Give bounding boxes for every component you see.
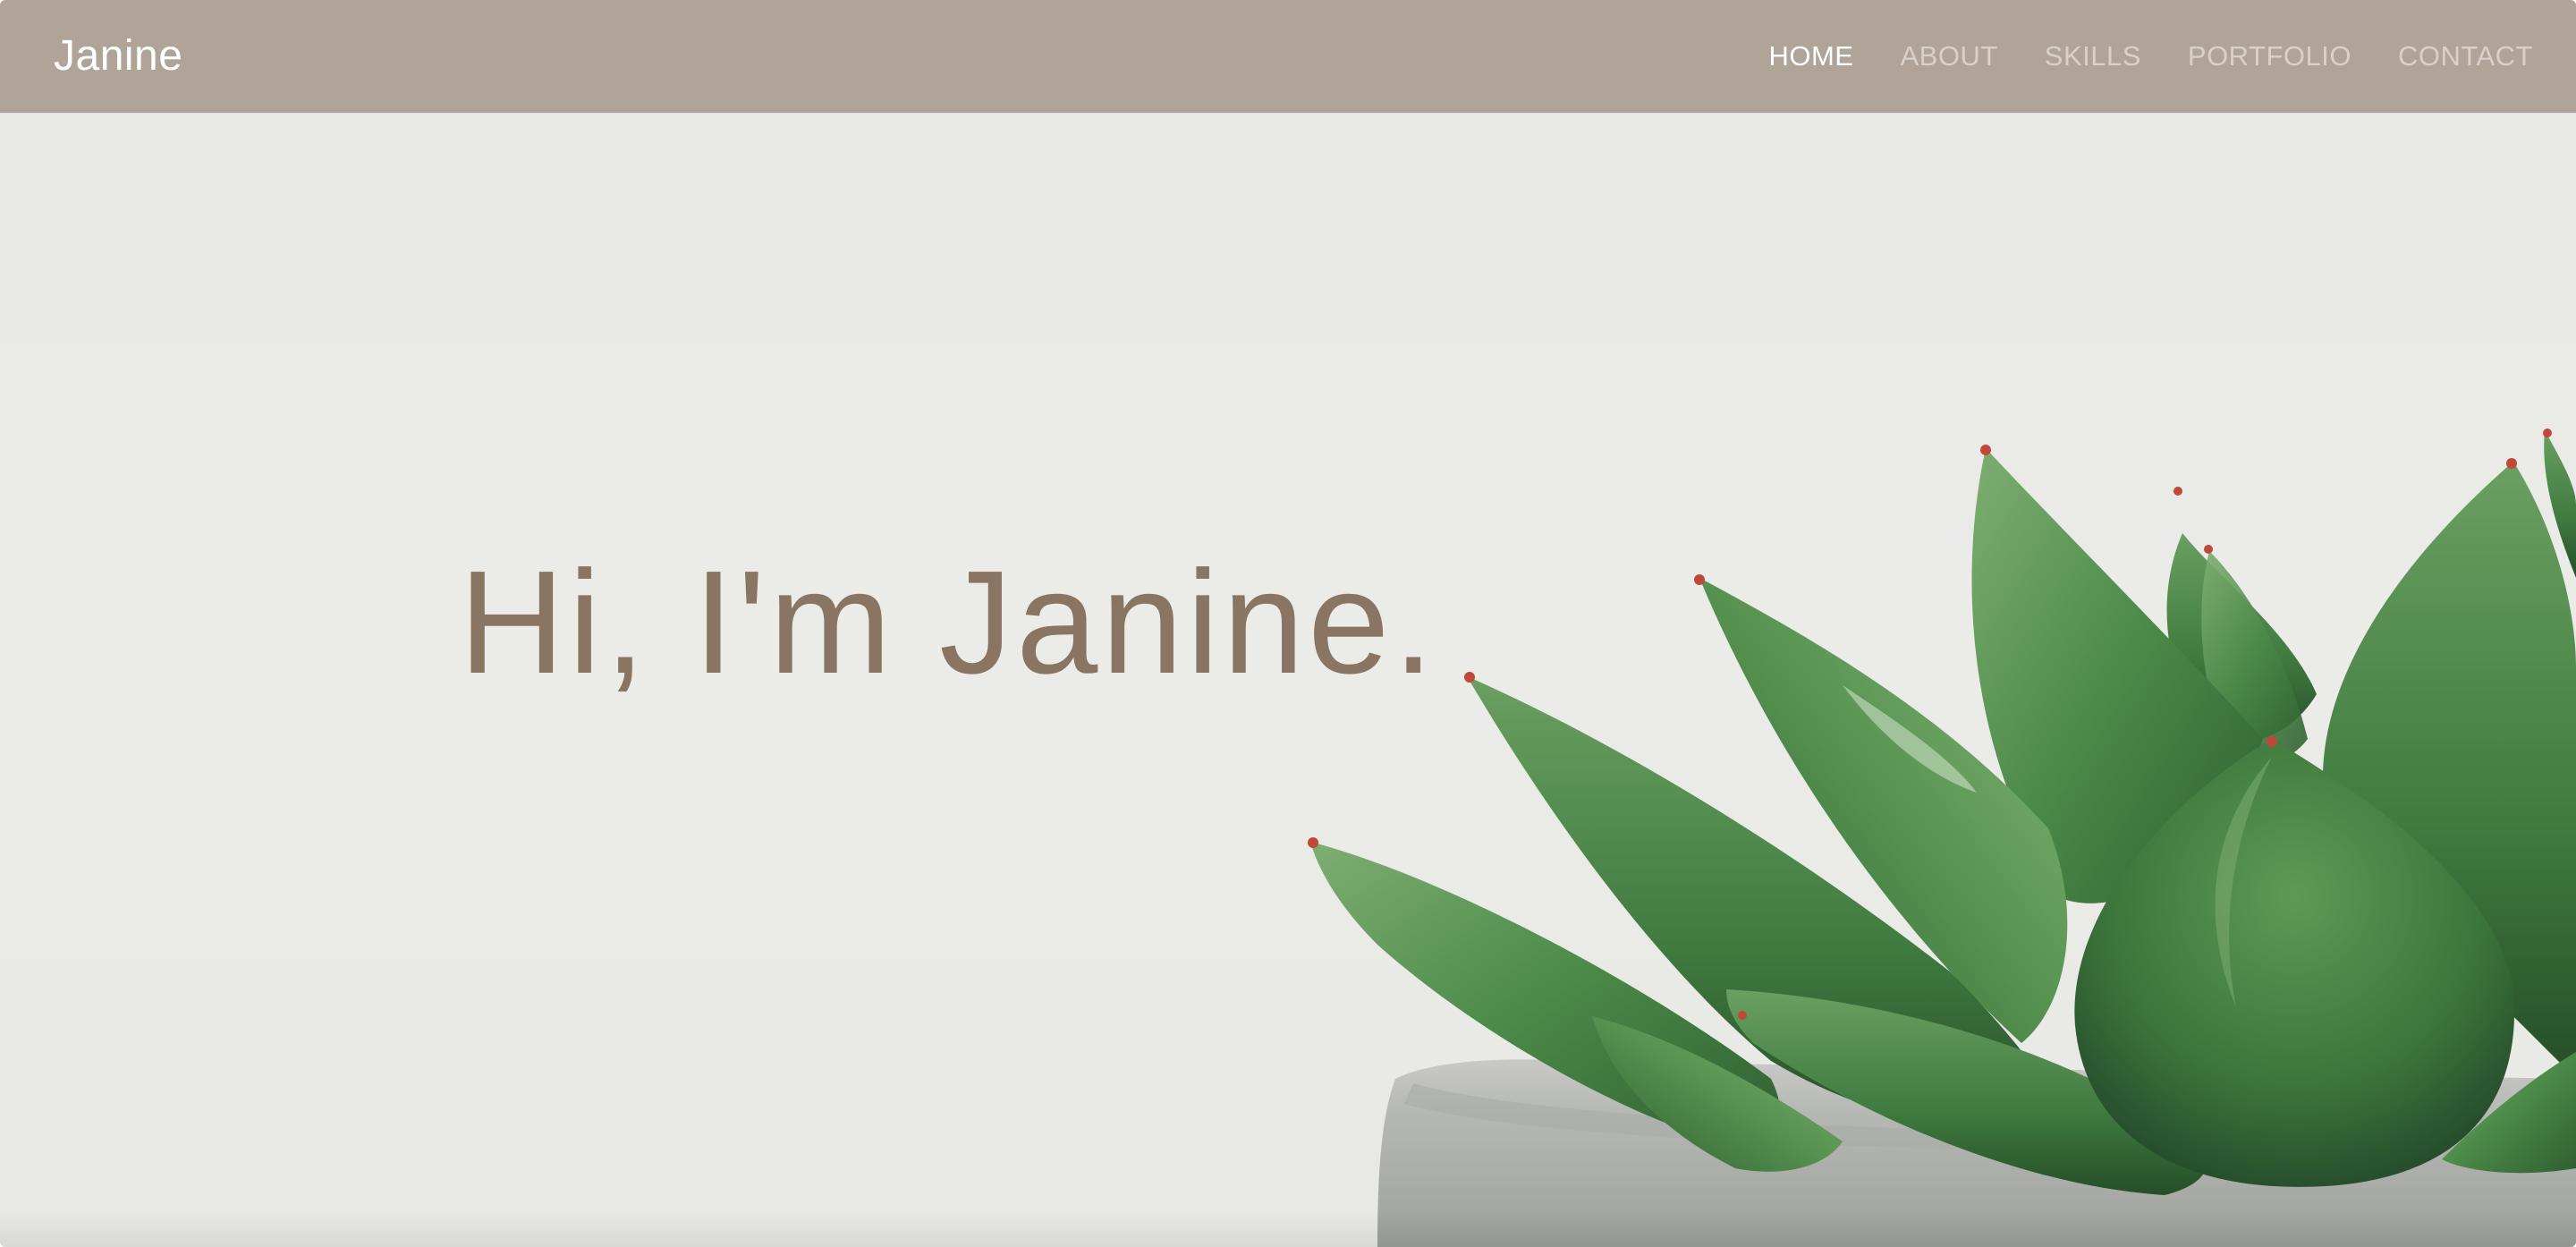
main-nav: HOME ABOUT SKILLS PORTFOLIO CONTACT [1768,0,2533,113]
nav-link-contact[interactable]: CONTACT [2398,40,2533,72]
nav-item-skills: SKILLS [2045,40,2141,72]
nav-link-skills[interactable]: SKILLS [2045,40,2141,72]
top-navbar: Janine HOME ABOUT SKILLS PORTFOLIO CONTA… [0,0,2576,113]
nav-item-home: HOME [1768,40,1853,72]
brand-logo-link[interactable]: Janine [54,0,182,113]
nav-link-home[interactable]: HOME [1768,40,1853,72]
nav-link-portfolio[interactable]: PORTFOLIO [2188,40,2351,72]
hero-heading: Hi, I'm Janine. [459,540,1437,704]
nav-item-portfolio: PORTFOLIO [2188,40,2351,72]
browser-viewport: Janine HOME ABOUT SKILLS PORTFOLIO CONTA… [0,0,2576,1247]
nav-item-contact: CONTACT [2398,40,2533,72]
hero-section: Hi, I'm Janine. [0,113,2576,1247]
nav-link-about[interactable]: ABOUT [1900,40,1997,72]
hero-bottom-shadow [0,1211,2576,1247]
nav-item-about: ABOUT [1900,40,1997,72]
